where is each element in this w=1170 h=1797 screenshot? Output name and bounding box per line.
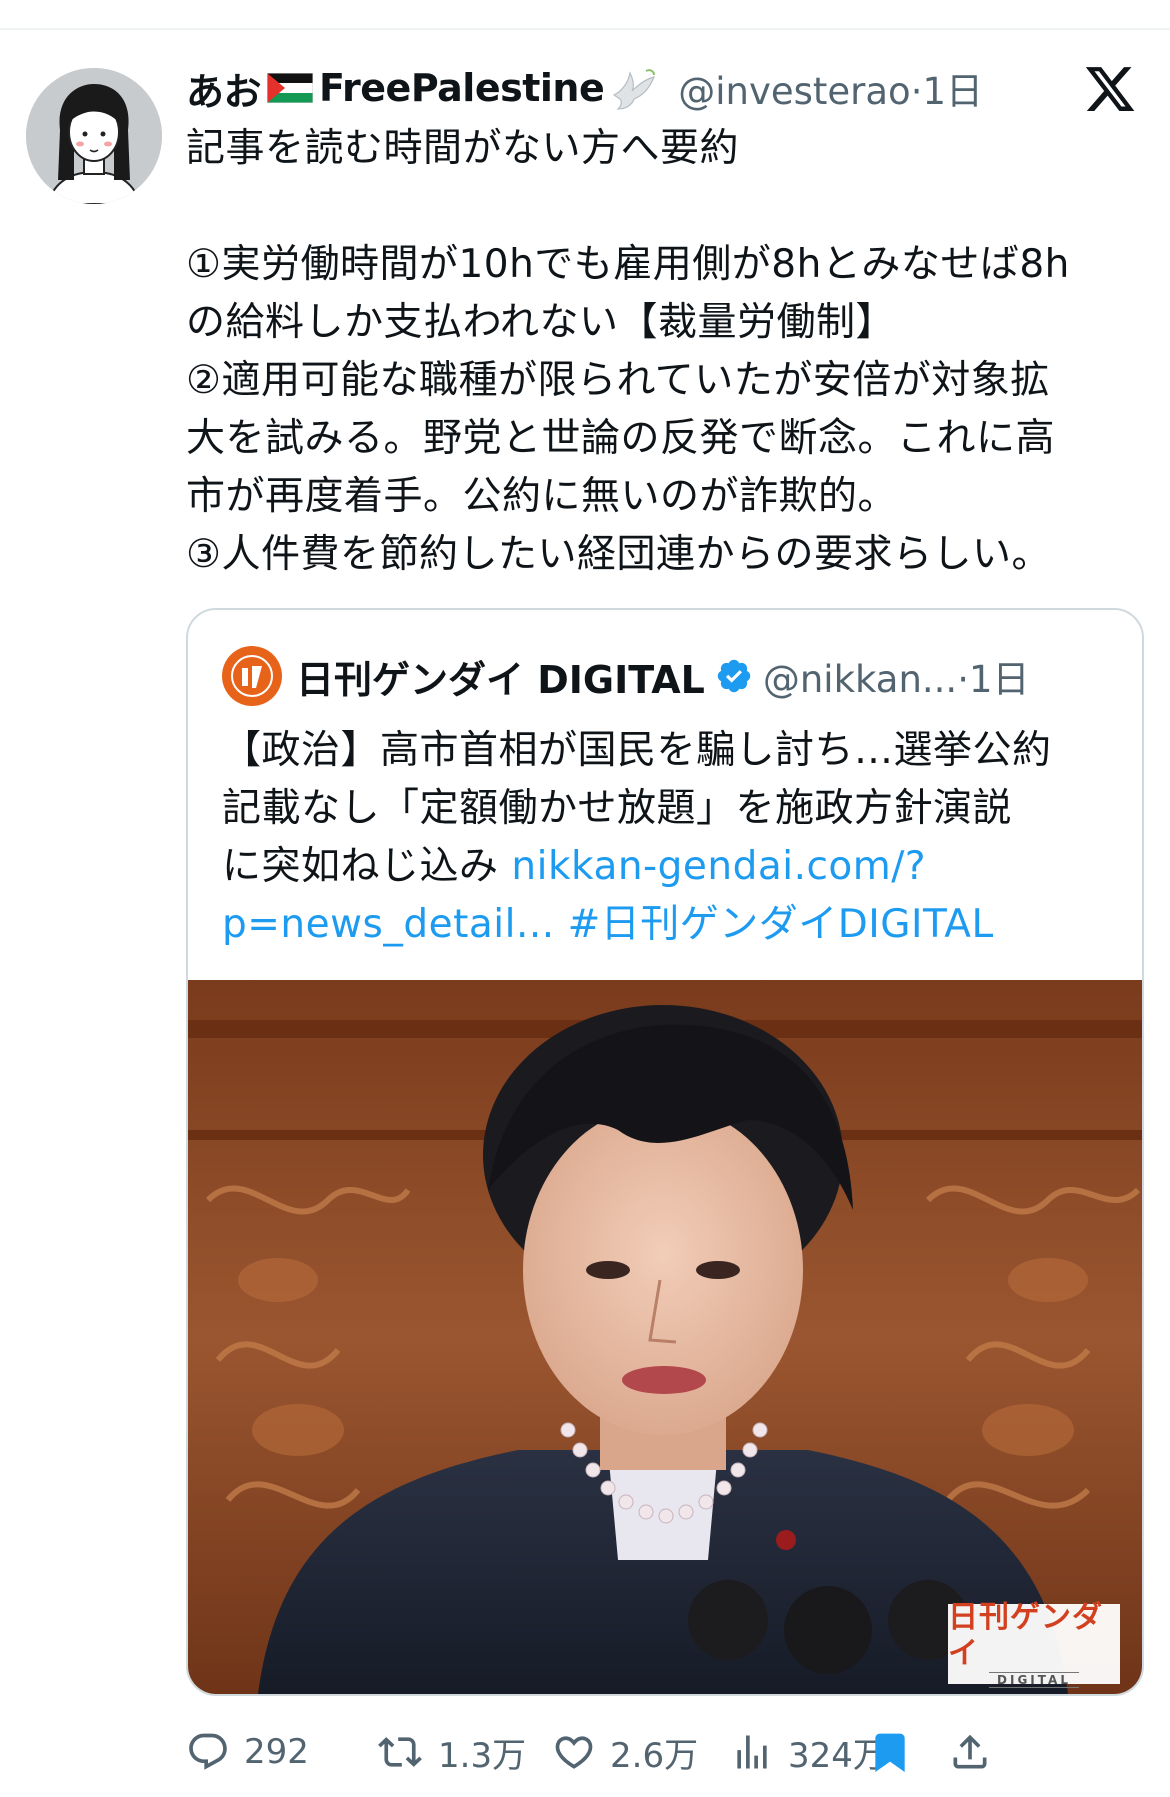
share-button[interactable] [948,1722,1006,1782]
heart-icon [555,1736,593,1769]
avatar-illustration-icon [26,68,162,204]
repost-icon [378,1737,422,1767]
post-text-line: の給料しか支払われない【裁量労働制】 [186,300,896,345]
article-link-continued[interactable]: p=news_detail... [222,902,555,947]
post-text-line: 市が再度着手。公約に無いのが詐欺的。 [186,474,898,519]
quoted-post-text: 【政治】高市首相が国民を騙し討ち…選挙公約 記載なし「定額働かせ放題」を施政方針… [222,722,1122,954]
post-text-line: 大を試みる。野党と世論の反発で断念。これに高 [186,416,1056,461]
quoted-text-line: 記載なし「定額働かせ放題」を施政方針演説 [222,786,1013,831]
display-name-suffix[interactable]: FreePalestine [319,66,605,110]
reply-icon [189,1733,227,1770]
quoted-post-time[interactable]: ·1日 [957,658,1029,701]
views-button[interactable]: 324万 [730,1722,887,1782]
palestine-flag-icon [267,73,314,103]
post-text-line: 記事を読む時間がない方へ要約 [186,126,740,171]
display-name-text[interactable]: あお [186,61,262,116]
reply-count: 292 [244,1732,309,1772]
bookmark-icon [875,1733,905,1773]
verified-badge-icon [717,659,751,693]
post-header: あお FreePalestine @investerao·1日 [186,60,1116,116]
share-icon [953,1734,987,1769]
quoted-post-header: 日刊ゲンダイ DIGITAL @nikkan...·1日 [222,646,1122,706]
x-logo-icon[interactable] [1082,62,1138,116]
article-link[interactable]: nikkan-gendai.com/? [511,844,926,889]
like-button[interactable]: 2.6万 [552,1722,698,1782]
nikkan-gendai-logo-icon[interactable] [222,646,282,706]
repost-count: 1.3万 [438,1735,527,1776]
bookmark-button[interactable] [868,1722,926,1782]
handle[interactable]: @investerao·1日 [678,61,983,115]
post-time[interactable]: ·1日 [911,70,983,113]
repost-button[interactable]: 1.3万 [376,1722,526,1782]
image-watermark: 日刊ゲンダイ DIGITAL [948,1600,1120,1688]
hashtag-link[interactable]: #日刊ゲンダイDIGITAL [555,902,994,947]
post-text: 記事を読む時間がない方へ要約 ①実労働時間が10hでも雇用側が8hとみなせば8h… [186,120,1136,584]
news-photo [188,980,1142,1694]
action-bar: 292 1.3万 2.6万 324万 [186,1722,1146,1782]
post-text-line: ③人件費を節約したい経団連からの要求らしい。 [186,532,1051,577]
quoted-text-line: p=news_detail... #日刊ゲンダイDIGITAL [222,896,1122,954]
post-text-line: ②適用可能な職種が限られていたが安倍が対象拡 [186,358,1050,403]
quoted-text-line: に突如ねじ込み nikkan-gendai.com/? [222,844,927,889]
avatar[interactable] [26,68,162,204]
logo-mark-icon [231,655,273,697]
like-count: 2.6万 [610,1735,699,1776]
quoted-display-name[interactable]: 日刊ゲンダイ DIGITAL [296,649,705,704]
quoted-post-image[interactable]: 日刊ゲンダイ DIGITAL [188,980,1142,1694]
dove-icon [613,69,656,110]
quoted-post-card[interactable]: 日刊ゲンダイ DIGITAL @nikkan...·1日 【政治】高市首相が国民… [186,608,1144,1696]
post-text-line: ①実労働時間が10hでも雇用側が8hとみなせば8h [186,242,1070,287]
display-name[interactable]: あお FreePalestine [186,61,658,116]
quoted-text-line: 【政治】高市首相が国民を騙し討ち…選挙公約 [222,728,1052,773]
reply-button[interactable]: 292 [186,1722,309,1782]
quoted-handle[interactable]: @nikkan...·1日 [763,649,1030,703]
views-icon [737,1735,767,1769]
top-divider [0,28,1170,30]
